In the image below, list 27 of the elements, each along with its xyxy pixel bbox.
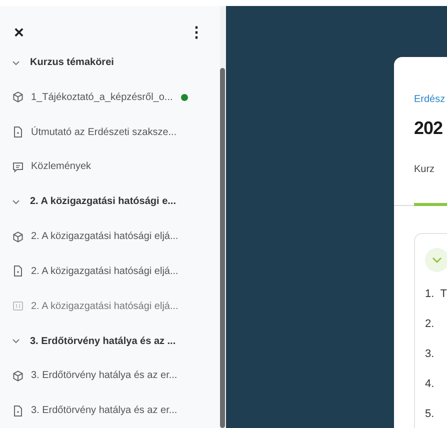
activity-link[interactable]: 1_Tájékoztató_a_képzésről_o...: [31, 90, 173, 105]
breadcrumb-link[interactable]: Erdész: [414, 92, 446, 107]
section-title[interactable]: 2. A közigazgatási hatósági e...: [30, 194, 176, 210]
tab[interactable]: Kurz: [414, 162, 447, 206]
activity-link[interactable]: 3. Erdőtörvény hatálya és az er...: [31, 368, 178, 384]
activity-link[interactable]: Útmutató az Erdészeti szaksze...: [31, 124, 177, 140]
list-text[interactable]: T: [440, 286, 447, 303]
list-number: 4.: [425, 377, 434, 392]
activity-link[interactable]: 2. A közigazgatási hatósági eljá...: [31, 298, 178, 314]
list-number: 3.: [425, 347, 434, 362]
chevron-down-icon[interactable]: [12, 338, 20, 344]
activity-link[interactable]: 3. Erdőtörvény hatálya és az er...: [31, 403, 178, 418]
activity-link[interactable]: 2. A közigazgatási hatósági eljá...: [31, 229, 178, 244]
activity-link[interactable]: 2. A közigazgatási hatósági eljá...: [31, 264, 178, 279]
list-number: 5.: [425, 407, 434, 422]
list-number: 2.: [425, 317, 434, 332]
section-title[interactable]: 3. Erdőtörvény hatálya és az ...: [30, 334, 176, 349]
chevron-down-icon[interactable]: [12, 198, 20, 205]
chevron-down-icon[interactable]: [12, 60, 20, 66]
more-options-button[interactable]: ⋮: [187, 25, 206, 40]
activity-link[interactable]: Közlemények: [31, 159, 92, 174]
scrollbar-thumb[interactable]: [220, 68, 225, 428]
page-title: 202: [414, 118, 443, 140]
list-number: 1.: [425, 287, 434, 302]
close-button[interactable]: ×: [12, 24, 26, 42]
chevron-down-icon: [432, 256, 442, 263]
section-title[interactable]: Kurzus témakörei: [30, 55, 114, 70]
